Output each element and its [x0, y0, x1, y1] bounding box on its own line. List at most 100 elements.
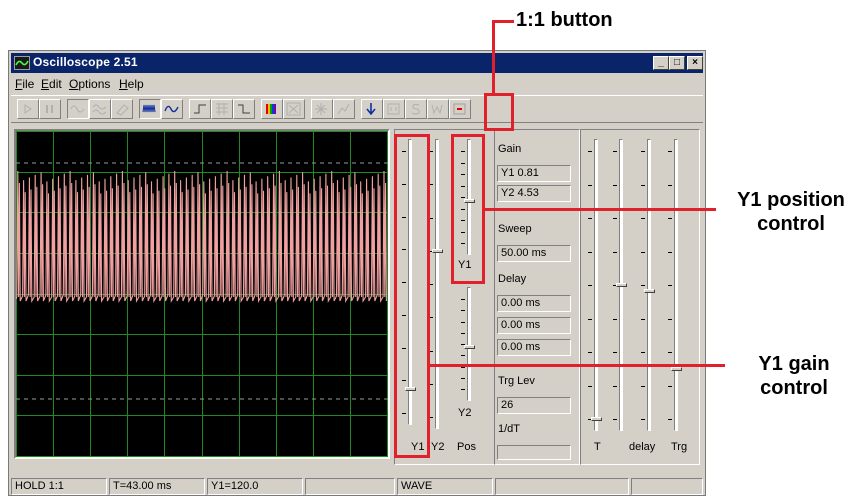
y2-position-slider[interactable] [460, 287, 478, 401]
rise-edge-icon [194, 104, 206, 114]
highlight-1to1-button [484, 93, 514, 131]
sine-wave-icon [70, 105, 85, 113]
noise-wave-icon [92, 104, 107, 115]
trigger-delay-slider-2[interactable] [640, 139, 658, 431]
trg-lev-field[interactable]: 26 [497, 397, 571, 414]
xy-button[interactable] [283, 99, 305, 119]
record-button[interactable] [449, 99, 471, 119]
title-bar[interactable]: Oscilloscope 2.51 _ □ × [11, 53, 703, 73]
download-button[interactable] [361, 99, 383, 119]
pause-icon [46, 105, 53, 113]
status-empty-1 [305, 478, 395, 495]
slider-tick [668, 185, 672, 186]
slider-tick [641, 151, 645, 152]
menu-help[interactable]: Help [119, 77, 144, 91]
app-wave-icon [14, 56, 30, 70]
color-bars-button[interactable] [261, 99, 283, 119]
grid-button[interactable] [211, 99, 233, 119]
sine-wave-button[interactable] [67, 99, 89, 119]
slider-track [467, 287, 471, 401]
delay-field-3[interactable]: 0.00 ms [497, 339, 571, 356]
trg-level-slider[interactable] [667, 139, 685, 431]
fall-edge-button[interactable] [233, 99, 255, 119]
slider-tick [668, 218, 672, 219]
sparkle-button[interactable] [311, 99, 333, 119]
highlight-y1-position [451, 134, 485, 284]
slider-tick [461, 355, 465, 356]
slider-track [594, 139, 598, 431]
slider-thumb[interactable] [644, 289, 655, 293]
y2-gain-field[interactable]: Y2 4.53 [497, 185, 571, 202]
sine-button[interactable] [161, 99, 183, 119]
slider-tick [461, 322, 465, 323]
t-slider[interactable] [587, 139, 605, 431]
one-to-one-button[interactable] [383, 99, 405, 119]
slider-tick [461, 333, 465, 334]
s-button[interactable] [405, 99, 427, 119]
t-slider-label: T [594, 441, 601, 453]
slider-tick [613, 352, 617, 353]
delay-slider-label: delay [629, 441, 656, 453]
slider-track [674, 139, 678, 431]
waveform-plot [16, 131, 388, 457]
record-icon [453, 103, 466, 115]
status-mode: WAVE [397, 478, 493, 495]
w-button[interactable] [427, 99, 449, 119]
status-time: T=43.00 ms [109, 478, 205, 495]
slider-tick [588, 151, 592, 152]
w-icon [431, 104, 443, 115]
status-hold: HOLD 1:1 [11, 478, 107, 495]
menu-options[interactable]: Options [69, 77, 110, 91]
slider-tick [641, 252, 645, 253]
trigger-delay-slider-1[interactable] [612, 139, 630, 431]
noise-wave-button[interactable] [89, 99, 111, 119]
maximize-button[interactable]: □ [669, 56, 685, 70]
slider-thumb[interactable] [591, 417, 602, 421]
toolbar [11, 95, 703, 123]
menu-edit[interactable]: Edit [41, 77, 62, 91]
delay-field-2[interactable]: 0.00 ms [497, 317, 571, 334]
slider-thumb[interactable] [464, 345, 475, 349]
pulse-train-button[interactable] [139, 99, 161, 119]
pulse-train-icon [142, 104, 156, 113]
oscilloscope-window: Oscilloscope 2.51 _ □ × File Edit Option… [8, 50, 706, 496]
slider-tick [461, 378, 465, 379]
slider-track [647, 139, 651, 431]
window-title: Oscilloscope 2.51 [33, 55, 138, 69]
highlight-y1-gain [394, 134, 430, 458]
slider-tick [668, 319, 672, 320]
slider-thumb[interactable] [671, 367, 682, 371]
s-icon [411, 103, 420, 115]
y1-gain-field[interactable]: Y1 0.81 [497, 165, 571, 182]
slider-tick [461, 367, 465, 368]
slider-tick [641, 319, 645, 320]
close-button[interactable]: × [687, 56, 703, 70]
save-chart-icon [337, 103, 350, 115]
fall-edge-icon [238, 104, 250, 114]
rise-edge-button[interactable] [189, 99, 211, 119]
play-button[interactable] [17, 99, 39, 119]
dt-field[interactable] [497, 445, 571, 460]
menu-file[interactable]: File [15, 77, 34, 91]
slider-tick [668, 386, 672, 387]
minimize-button[interactable]: _ [653, 56, 669, 70]
slider-tick [641, 419, 645, 420]
download-icon [366, 103, 376, 116]
slider-tick [668, 419, 672, 420]
scope-display[interactable] [14, 129, 390, 459]
slider-thumb[interactable] [432, 249, 443, 253]
sweep-field[interactable]: 50.00 ms [497, 245, 571, 262]
pause-button[interactable] [39, 99, 61, 119]
status-empty-2 [495, 478, 629, 495]
delay-field-1[interactable]: 0.00 ms [497, 295, 571, 312]
y2-gain-slider[interactable] [428, 139, 446, 429]
dt-label: 1/dT [498, 423, 521, 435]
gain-label: Gain [498, 143, 522, 155]
save-chart-button[interactable] [333, 99, 355, 119]
y2-gain-slider-label: Y2 [431, 441, 445, 453]
slider-tick [461, 389, 465, 390]
slider-thumb[interactable] [616, 283, 627, 287]
eraser-button[interactable] [111, 99, 133, 119]
slider-tick [668, 285, 672, 286]
slider-tick [668, 352, 672, 353]
